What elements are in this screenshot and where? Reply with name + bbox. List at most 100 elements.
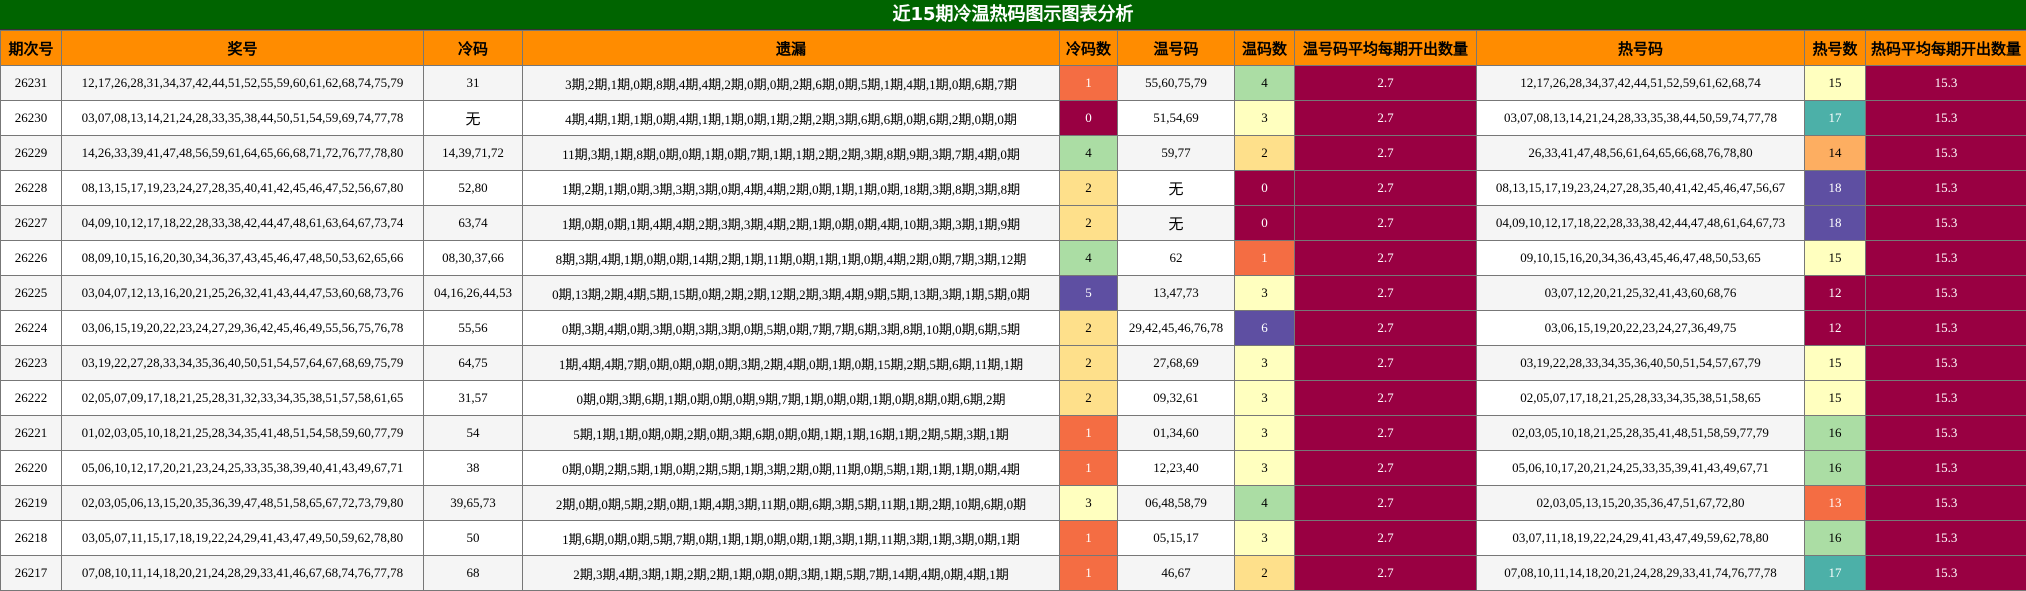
cold-count-cell: 2 xyxy=(1059,170,1118,206)
cold-cell: 08,30,37,66 xyxy=(423,240,523,276)
hot-count-cell: 14 xyxy=(1804,135,1866,171)
hot-cell: 03,07,11,18,19,22,24,29,41,43,47,49,59,6… xyxy=(1476,520,1805,556)
cold-cell: 55,56 xyxy=(423,310,523,346)
column-header-cold-count: 冷码数 xyxy=(1059,30,1118,66)
hot-cell: 02,03,05,13,15,20,35,36,47,51,67,72,80 xyxy=(1476,485,1805,521)
column-header-hot-count: 热号数 xyxy=(1804,30,1866,66)
cold-count-cell: 1 xyxy=(1059,65,1118,101)
hot-count-cell: 15 xyxy=(1804,380,1866,416)
cold-cell: 50 xyxy=(423,520,523,556)
cold-count-cell: 2 xyxy=(1059,345,1118,381)
table-row: 26228 08,13,15,17,19,23,24,27,28,35,40,41… xyxy=(0,170,2026,206)
cold-count-cell: 5 xyxy=(1059,275,1118,311)
warm-cell: 51,54,69 xyxy=(1117,100,1235,136)
table-row: 26225 03,04,07,12,13,16,20,21,25,26,32,41… xyxy=(0,275,2026,311)
numbers-cell: 02,05,07,09,17,18,21,25,28,31,32,33,34,3… xyxy=(61,380,424,416)
warm-count-cell: 3 xyxy=(1234,450,1295,486)
hot-avg-cell: 15.3 xyxy=(1865,205,2026,241)
warm-count-cell: 1 xyxy=(1234,240,1295,276)
warm-count-cell: 4 xyxy=(1234,65,1295,101)
miss-cell: 0期,13期,2期,4期,5期,15期,0期,2期,2期,12期,2期,3期,4… xyxy=(522,275,1060,311)
numbers-cell: 14,26,33,39,41,47,48,56,59,61,64,65,66,6… xyxy=(61,135,424,171)
warm-avg-cell: 2.7 xyxy=(1294,170,1477,206)
issue-cell: 26226 xyxy=(0,240,62,276)
cold-count-cell: 2 xyxy=(1059,205,1118,241)
miss-cell: 1期,2期,1期,0期,3期,3期,3期,0期,4期,4期,2期,0期,1期,1… xyxy=(522,170,1060,206)
cold-cell: 52,80 xyxy=(423,170,523,206)
column-header-issue: 期次号 xyxy=(0,30,62,66)
column-header-cold: 冷码 xyxy=(423,30,523,66)
cold-cell: 31 xyxy=(423,65,523,101)
column-header-hot-avg: 热码平均每期开出数量 xyxy=(1865,30,2026,66)
table-body: 26231 12,17,26,28,31,34,37,42,44,51,52,55… xyxy=(0,65,2026,591)
hot-avg-cell: 15.3 xyxy=(1865,415,2026,451)
hot-avg-cell: 15.3 xyxy=(1865,310,2026,346)
hot-count-cell: 12 xyxy=(1804,310,1866,346)
warm-count-cell: 4 xyxy=(1234,485,1295,521)
cold-cell: 14,39,71,72 xyxy=(423,135,523,171)
miss-cell: 3期,2期,1期,0期,8期,4期,4期,2期,0期,0期,2期,6期,0期,5… xyxy=(522,65,1060,101)
warm-count-cell: 3 xyxy=(1234,520,1295,556)
hot-cell: 02,05,07,17,18,21,25,28,33,34,35,38,51,5… xyxy=(1476,380,1805,416)
cold-cell: 04,16,26,44,53 xyxy=(423,275,523,311)
hot-avg-cell: 15.3 xyxy=(1865,345,2026,381)
table-row: 26219 02,03,05,06,13,15,20,35,36,39,47,48… xyxy=(0,485,2026,521)
issue-cell: 26222 xyxy=(0,380,62,416)
warm-avg-cell: 2.7 xyxy=(1294,345,1477,381)
hot-count-cell: 17 xyxy=(1804,100,1866,136)
cold-cell: 39,65,73 xyxy=(423,485,523,521)
column-header-numbers: 奖号 xyxy=(61,30,424,66)
cold-count-cell: 2 xyxy=(1059,310,1118,346)
miss-cell: 1期,4期,4期,7期,0期,0期,0期,0期,3期,2期,4期,0期,1期,0… xyxy=(522,345,1060,381)
cold-count-cell: 4 xyxy=(1059,135,1118,171)
warm-avg-cell: 2.7 xyxy=(1294,310,1477,346)
issue-cell: 26220 xyxy=(0,450,62,486)
hot-avg-cell: 15.3 xyxy=(1865,170,2026,206)
cold-cell: 无 xyxy=(423,100,523,136)
issue-cell: 26228 xyxy=(0,170,62,206)
warm-avg-cell: 2.7 xyxy=(1294,520,1477,556)
hot-avg-cell: 15.3 xyxy=(1865,380,2026,416)
warm-count-cell: 3 xyxy=(1234,100,1295,136)
numbers-cell: 07,08,10,11,14,18,20,21,24,28,29,33,41,4… xyxy=(61,555,424,591)
hot-avg-cell: 15.3 xyxy=(1865,135,2026,171)
warm-cell: 27,68,69 xyxy=(1117,345,1235,381)
warm-avg-cell: 2.7 xyxy=(1294,275,1477,311)
cold-cell: 31,57 xyxy=(423,380,523,416)
table-row: 26218 03,05,07,11,15,17,18,19,22,24,29,41… xyxy=(0,520,2026,556)
hot-count-cell: 12 xyxy=(1804,275,1866,311)
table-row: 26231 12,17,26,28,31,34,37,42,44,51,52,55… xyxy=(0,65,2026,101)
issue-cell: 26224 xyxy=(0,310,62,346)
hot-count-cell: 18 xyxy=(1804,170,1866,206)
miss-cell: 11期,3期,1期,8期,0期,0期,1期,0期,7期,1期,1期,2期,2期,… xyxy=(522,135,1060,171)
cold-cell: 54 xyxy=(423,415,523,451)
miss-cell: 5期,1期,1期,0期,0期,2期,0期,3期,6期,0期,0期,1期,1期,1… xyxy=(522,415,1060,451)
hot-count-cell: 16 xyxy=(1804,520,1866,556)
cold-count-cell: 1 xyxy=(1059,555,1118,591)
hot-avg-cell: 15.3 xyxy=(1865,450,2026,486)
warm-cell: 01,34,60 xyxy=(1117,415,1235,451)
miss-cell: 2期,0期,0期,5期,2期,0期,1期,4期,3期,11期,0期,6期,3期,… xyxy=(522,485,1060,521)
hot-cell: 05,06,10,17,20,21,24,25,33,35,39,41,43,4… xyxy=(1476,450,1805,486)
hot-avg-cell: 15.3 xyxy=(1865,240,2026,276)
issue-cell: 26223 xyxy=(0,345,62,381)
hot-cell: 03,07,12,20,21,25,32,41,43,60,68,76 xyxy=(1476,275,1805,311)
hot-cell: 03,07,08,13,14,21,24,28,33,35,38,44,50,5… xyxy=(1476,100,1805,136)
table-row: 26221 01,02,03,05,10,18,21,25,28,34,35,41… xyxy=(0,415,2026,451)
page-title: 近15期冷温热码图示图表分析 xyxy=(0,0,2026,30)
warm-avg-cell: 2.7 xyxy=(1294,240,1477,276)
miss-cell: 0期,0期,2期,5期,1期,0期,2期,5期,1期,3期,2期,0期,11期,… xyxy=(522,450,1060,486)
table-row: 26223 03,19,22,27,28,33,34,35,36,40,50,51… xyxy=(0,345,2026,381)
hot-cell: 07,08,10,11,14,18,20,21,24,28,29,33,41,7… xyxy=(1476,555,1805,591)
warm-count-cell: 3 xyxy=(1234,275,1295,311)
cold-count-cell: 1 xyxy=(1059,415,1118,451)
warm-cell: 无 xyxy=(1117,170,1235,206)
table-row: 26220 05,06,10,12,17,20,21,23,24,25,33,35… xyxy=(0,450,2026,486)
table-row: 26227 04,09,10,12,17,18,22,28,33,38,42,44… xyxy=(0,205,2026,241)
warm-avg-cell: 2.7 xyxy=(1294,205,1477,241)
warm-avg-cell: 2.7 xyxy=(1294,380,1477,416)
warm-count-cell: 3 xyxy=(1234,345,1295,381)
column-header-warm-avg: 温号码平均每期开出数量 xyxy=(1294,30,1477,66)
warm-cell: 59,77 xyxy=(1117,135,1235,171)
miss-cell: 1期,6期,0期,0期,5期,7期,0期,1期,1期,0期,0期,1期,3期,1… xyxy=(522,520,1060,556)
